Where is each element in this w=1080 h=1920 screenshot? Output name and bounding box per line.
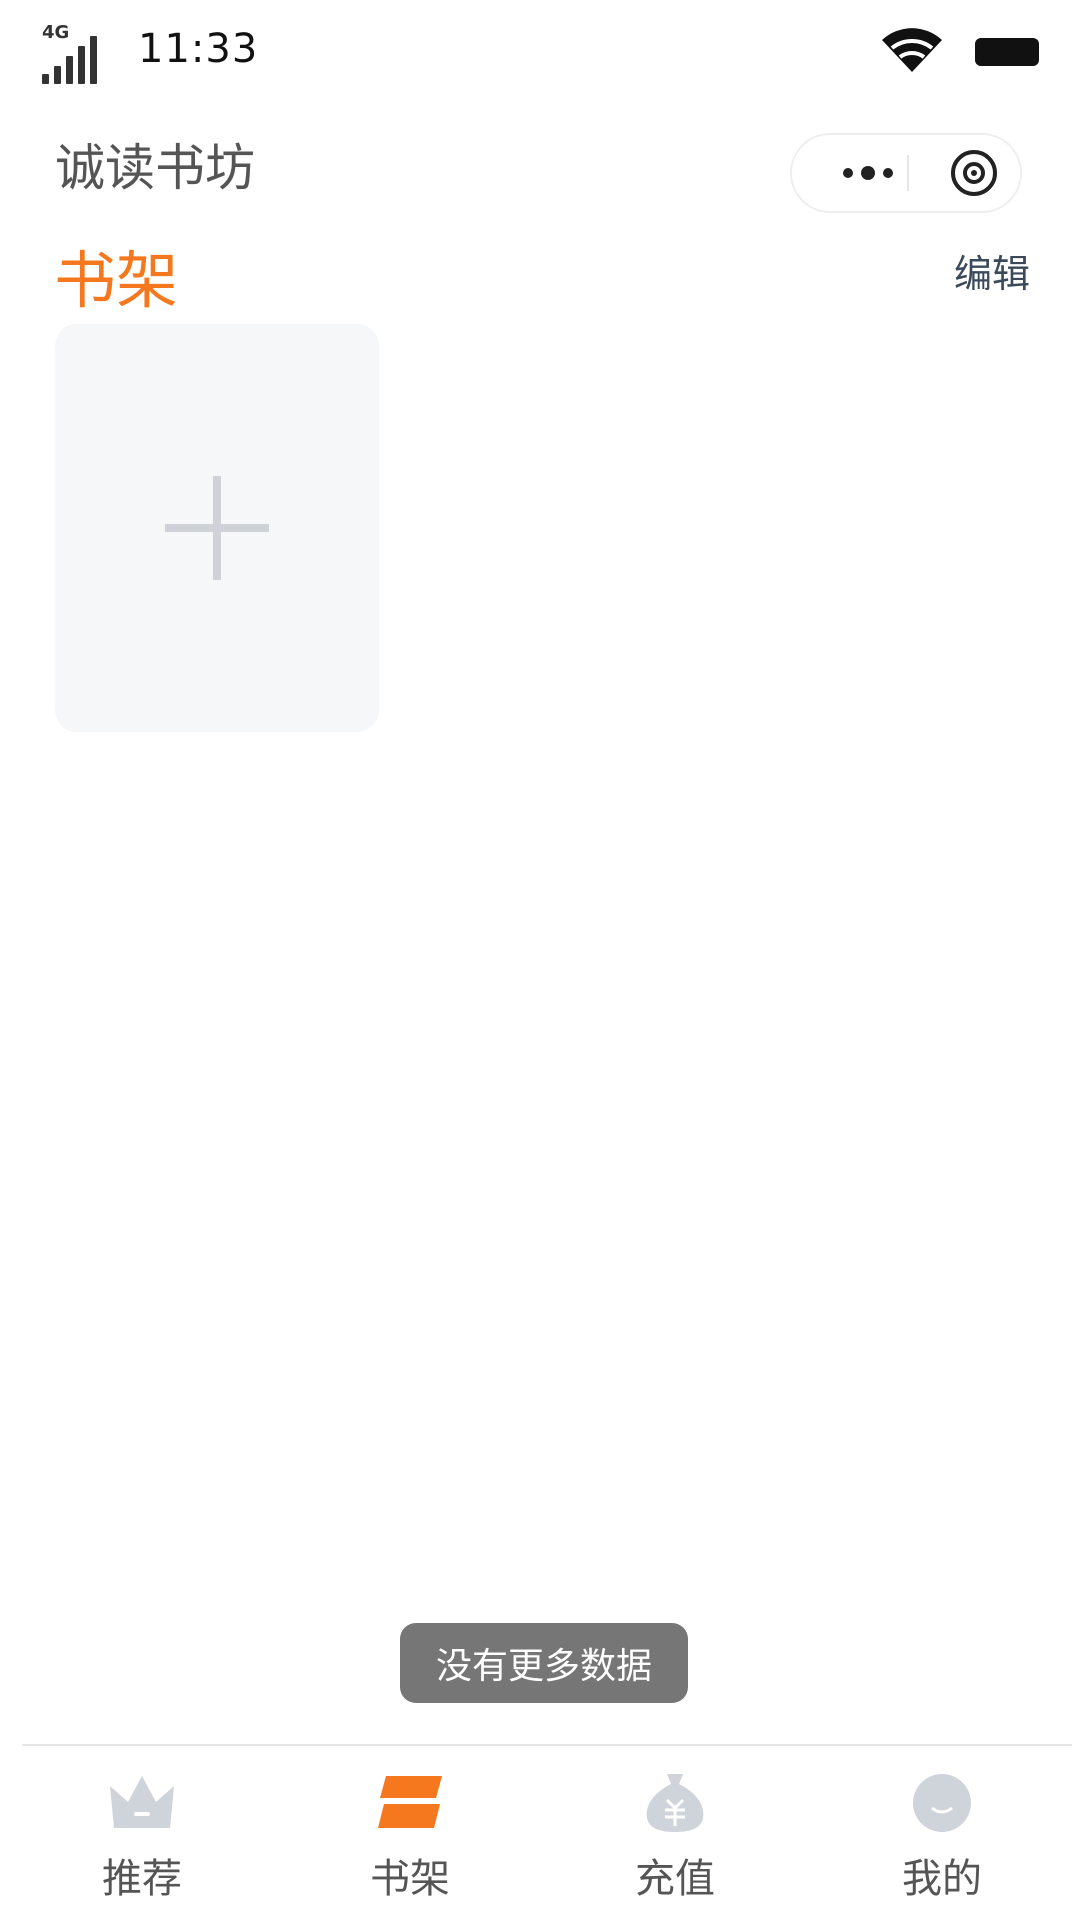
tab-recommend[interactable]: 推荐: [67, 1772, 217, 1912]
plus-icon: [165, 476, 269, 580]
network-type: 4G: [42, 22, 70, 43]
status-bar: 4G 11:33: [0, 0, 1080, 100]
status-time: 11:33: [138, 26, 259, 72]
tab-label: 充值: [635, 1856, 715, 1902]
tab-label: 书架: [370, 1856, 450, 1902]
toast-message: 没有更多数据: [400, 1623, 688, 1703]
wifi-icon: [882, 28, 942, 72]
tab-bar: 推荐 书架 充值 我的: [0, 1744, 1080, 1920]
tab-bar-divider: [22, 1744, 1072, 1746]
add-book-card[interactable]: [55, 324, 379, 732]
capsule-divider: [907, 155, 909, 191]
money-bag-icon: [646, 1774, 704, 1832]
app-title: 诚读书坊: [55, 139, 255, 197]
crown-icon: [110, 1776, 174, 1828]
edit-button[interactable]: 编辑: [954, 243, 1030, 298]
more-icon[interactable]: [828, 135, 908, 211]
tab-bookshelf[interactable]: 书架: [335, 1772, 485, 1912]
bookshelf-icon: [378, 1776, 442, 1828]
signal-icon: 4G: [42, 22, 106, 84]
screen: 4G 11:33 诚读书坊 书架 编辑 没有更多数据 推荐 书架 充值 我的: [0, 0, 1080, 1920]
profile-icon: [913, 1774, 971, 1832]
mini-program-capsule: [790, 133, 1022, 213]
tab-mine[interactable]: 我的: [867, 1772, 1017, 1912]
tab-recharge[interactable]: 充值: [600, 1772, 750, 1912]
shelf-title: 书架: [54, 244, 179, 317]
tab-label: 推荐: [102, 1856, 182, 1902]
close-icon[interactable]: [934, 135, 1014, 211]
tab-label: 我的: [902, 1856, 982, 1902]
battery-icon: [975, 38, 1039, 66]
